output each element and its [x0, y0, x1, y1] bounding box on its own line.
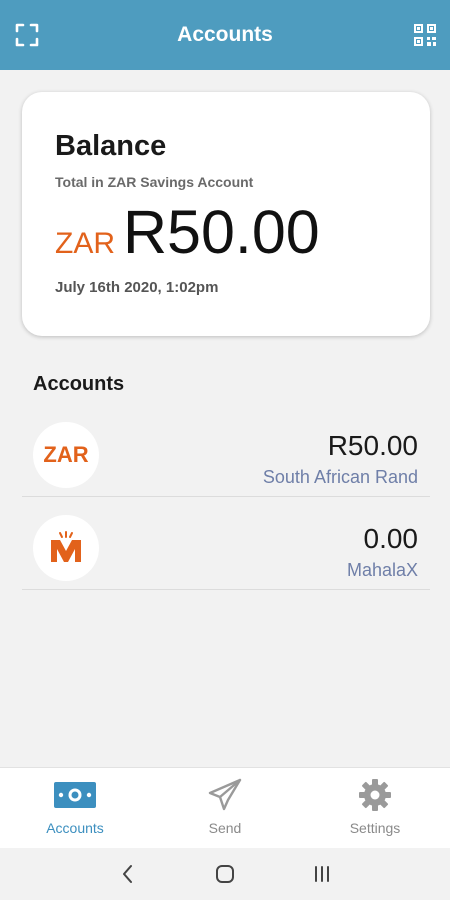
nav-item-settings[interactable]: Settings [300, 768, 450, 848]
account-row-mahalax[interactable]: 0.00 MahalaX [22, 497, 430, 590]
account-currency-name: MahalaX [346, 560, 418, 580]
zar-logo-text: ZAR [43, 442, 89, 467]
accounts-section-title: Accounts [33, 373, 125, 395]
home-button[interactable] [205, 854, 245, 894]
nav-item-accounts[interactable]: Accounts [0, 768, 150, 848]
balance-subtitle: Total in ZAR Savings Account [55, 174, 254, 190]
back-icon [123, 865, 133, 883]
recents-icon [314, 866, 329, 882]
back-button[interactable] [108, 854, 148, 894]
fullscreen-icon [15, 23, 39, 47]
balance-amount: R50.00 [123, 198, 320, 266]
nav-item-send[interactable]: Send [150, 768, 300, 848]
recents-button[interactable] [302, 854, 342, 894]
nav-label-settings: Settings [349, 820, 401, 836]
balance-card: Balance Total in ZAR Savings Account ZAR… [22, 92, 430, 336]
account-balance: R50.00 [327, 430, 418, 461]
page-title: Accounts [177, 23, 273, 46]
bottom-navigation: Accounts Send Settings [0, 767, 450, 848]
nav-label-accounts: Accounts [46, 820, 104, 836]
account-row-zar[interactable]: ZAR R50.00 South African Rand [22, 404, 430, 497]
wallet-icon [53, 778, 97, 812]
home-icon [215, 865, 234, 883]
nav-label-send: Send [208, 820, 242, 836]
balance-amount-row: ZAR R50.00 [55, 202, 430, 263]
qr-code-button[interactable] [412, 22, 438, 48]
fullscreen-button[interactable] [14, 22, 40, 48]
mahalax-logo [33, 515, 99, 581]
balance-heading: Balance [55, 130, 167, 162]
balance-currency: ZAR [55, 227, 115, 260]
qr-code-icon [414, 24, 436, 46]
system-nav-bar [0, 848, 450, 900]
account-currency-name: South African Rand [262, 467, 418, 487]
zar-logo: ZAR [33, 422, 99, 488]
balance-date: July 16th 2020, 1:02pm [55, 279, 219, 296]
mahalax-logo-icon [51, 531, 81, 562]
gear-icon [353, 778, 397, 812]
app-bar: Accounts [0, 0, 450, 70]
paper-plane-icon [203, 778, 247, 812]
account-balance: 0.00 [363, 523, 419, 554]
